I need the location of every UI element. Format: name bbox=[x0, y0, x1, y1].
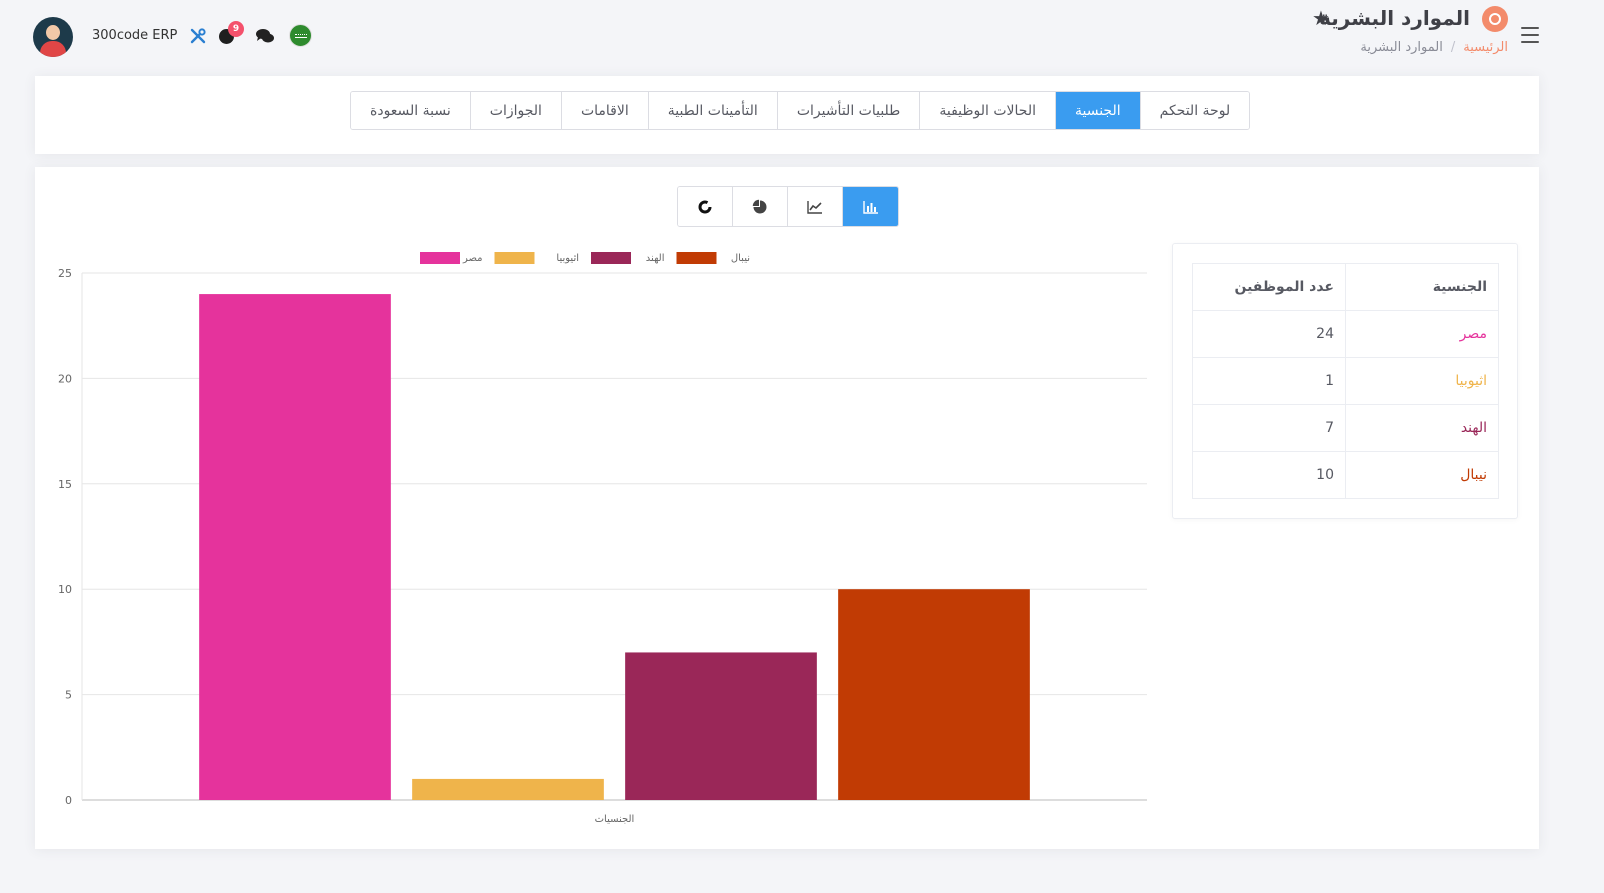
employee-count-cell: 24 bbox=[1192, 310, 1346, 358]
table-header-row: الجنسية عدد الموظفين bbox=[1192, 263, 1499, 311]
employee-count-cell: 1 bbox=[1192, 357, 1346, 405]
top-bar: 300code ERP 9 ★ الموارد البشرية الرئيسية… bbox=[0, 0, 1604, 76]
line-chart-button[interactable] bbox=[788, 187, 843, 226]
legend-swatch bbox=[591, 252, 631, 264]
legend-swatch bbox=[494, 252, 535, 264]
nationality-cell: اثيوبيا bbox=[1345, 357, 1499, 405]
breadcrumb: الرئيسية / الموارد البشرية bbox=[1360, 40, 1508, 55]
legend-swatch bbox=[420, 252, 460, 264]
bar-1 bbox=[199, 294, 391, 800]
pie-chart-button[interactable] bbox=[733, 187, 788, 226]
nationality-table: الجنسية عدد الموظفين مصر 24 اثيوبيا 1 الهند 7… bbox=[1192, 263, 1499, 499]
chat-icon[interactable] bbox=[255, 26, 275, 46]
page-title: الموارد البشرية bbox=[1319, 6, 1470, 30]
y-tick-label: 5 bbox=[65, 689, 72, 702]
tab-residencies[interactable]: الاقامات bbox=[560, 92, 648, 129]
y-tick-label: 25 bbox=[58, 267, 72, 280]
tab-job-statuses[interactable]: الحالات الوظيفية bbox=[919, 92, 1055, 129]
bar-chart-button[interactable] bbox=[843, 187, 898, 226]
employee-count-cell: 10 bbox=[1192, 451, 1346, 499]
tab-nationality[interactable]: الجنسية bbox=[1054, 92, 1140, 129]
column-header-employee-count: عدد الموظفين bbox=[1192, 263, 1346, 311]
x-axis-label: الجنسيات bbox=[595, 814, 635, 825]
column-header-nationality: الجنسية bbox=[1345, 263, 1499, 311]
tab-visa-requests[interactable]: طلبيات التأشيرات bbox=[776, 92, 920, 129]
nationality-cell: نيبال bbox=[1345, 451, 1499, 499]
avatar-body-shape bbox=[40, 41, 66, 57]
tab-saudization-rate[interactable]: نسبة السعودة bbox=[351, 92, 470, 129]
tab-passports[interactable]: الجوازات bbox=[469, 92, 561, 129]
legend-label: الهند bbox=[646, 253, 665, 264]
bar-chart-icon bbox=[862, 200, 878, 214]
breadcrumb-current: الموارد البشرية bbox=[1360, 40, 1443, 55]
bar-3 bbox=[625, 652, 817, 800]
table-row: اثيوبيا 1 bbox=[1192, 357, 1499, 405]
employee-count-cell: 7 bbox=[1192, 404, 1346, 452]
legend-label: نيبال bbox=[731, 253, 750, 264]
y-tick-label: 0 bbox=[65, 794, 72, 807]
tab-dashboard[interactable]: لوحة التحكم bbox=[1139, 92, 1250, 129]
breadcrumb-home-link[interactable]: الرئيسية bbox=[1463, 40, 1508, 55]
legend-label: اثيوبيا bbox=[556, 253, 579, 264]
y-tick-label: 10 bbox=[58, 583, 72, 596]
breadcrumb-separator: / bbox=[1450, 40, 1456, 55]
legend-swatch bbox=[676, 252, 717, 264]
tab-medical-insurance[interactable]: التأمينات الطبية bbox=[647, 92, 777, 129]
table-row: مصر 24 bbox=[1192, 310, 1499, 358]
nationality-cell: مصر bbox=[1345, 310, 1499, 358]
hamburger-menu-icon[interactable] bbox=[1521, 27, 1539, 43]
notification-badge: 9 bbox=[228, 21, 244, 37]
pie-chart-icon bbox=[752, 199, 767, 213]
bar-4 bbox=[838, 589, 1030, 800]
dashboard-gauge-icon bbox=[1482, 6, 1508, 32]
donut-chart-button[interactable] bbox=[678, 187, 733, 226]
donut-chart-icon bbox=[698, 200, 712, 213]
line-chart-icon bbox=[807, 200, 822, 214]
legend-label: مصر bbox=[462, 253, 483, 264]
user-avatar[interactable] bbox=[33, 17, 73, 57]
brand-name: 300code ERP bbox=[92, 28, 178, 43]
bar-2 bbox=[412, 778, 604, 800]
hr-tabs: لوحة التحكم الجنسية الحالات الوظيفية طلب… bbox=[350, 91, 1251, 130]
y-tick-label: 20 bbox=[58, 372, 72, 385]
nationality-cell: الهند bbox=[1345, 404, 1499, 452]
saudi-flag-icon[interactable] bbox=[289, 24, 312, 47]
y-tick-label: 15 bbox=[58, 478, 72, 491]
nationality-bar-chart: 0 5 10 15 20 25 الجنسيات نيبال الهند اثيوبيا مصر bbox=[58, 252, 1147, 825]
table-row: الهند 7 bbox=[1192, 404, 1499, 452]
chart-type-switcher bbox=[677, 186, 899, 227]
avatar-head-shape bbox=[46, 25, 60, 40]
table-row: نيبال 10 bbox=[1192, 451, 1499, 499]
tools-icon[interactable] bbox=[188, 26, 208, 46]
